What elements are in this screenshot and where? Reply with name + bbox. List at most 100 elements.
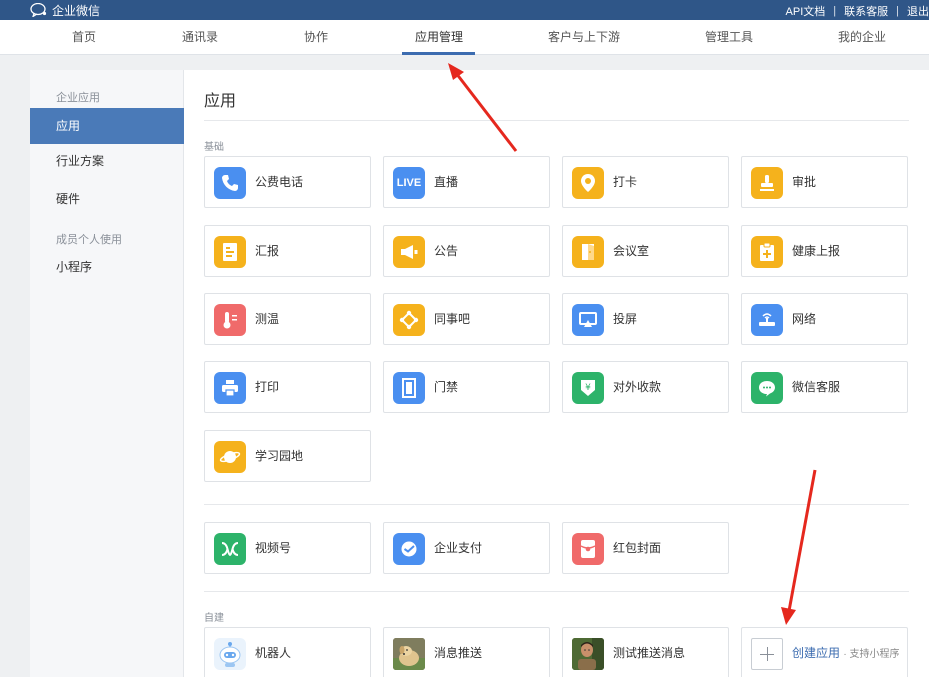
phone-icon xyxy=(214,167,246,199)
access-door-icon xyxy=(393,372,425,404)
create-app-label: 创建应用 · 支持小程序 xyxy=(792,628,899,677)
app-label: 测试推送消息 xyxy=(613,646,686,660)
nav-contacts[interactable]: 通讯录 xyxy=(182,20,218,55)
sidebar-group-enterprise-apps: 企业应用 xyxy=(56,92,100,104)
robot-icon xyxy=(214,638,246,670)
app-card-public-phone[interactable]: 公费电话 xyxy=(204,156,371,208)
app-card-red-envelope[interactable]: 红包封面 xyxy=(562,522,729,574)
create-app-card[interactable]: 创建应用 · 支持小程序 xyxy=(741,627,908,677)
sidebar: 企业应用 应用 行业方案 硬件 成员个人使用 小程序 xyxy=(30,70,184,677)
logout-link[interactable]: 退出 xyxy=(907,3,929,19)
api-docs-link[interactable]: API文档 xyxy=(786,3,826,19)
divider: | xyxy=(833,5,837,17)
nav-active-indicator xyxy=(402,52,475,55)
door-icon xyxy=(572,236,604,268)
megaphone-icon xyxy=(393,236,425,268)
app-card-wechat-service[interactable]: 微信客服 xyxy=(741,361,908,413)
channels-icon xyxy=(214,533,246,565)
app-label: 消息推送 xyxy=(434,646,483,660)
app-label: 企业支付 xyxy=(434,541,483,555)
app-label: 视频号 xyxy=(255,541,292,555)
dog-photo-icon xyxy=(393,638,425,670)
stamp-icon xyxy=(751,167,783,199)
main-nav: 首页 通讯录 协作 应用管理 客户与上下游 管理工具 我的企业 xyxy=(0,20,929,55)
app-label: 打卡 xyxy=(613,175,638,189)
sidebar-item-industry[interactable]: 行业方案 xyxy=(30,143,184,179)
app-card-check-in[interactable]: 打卡 xyxy=(562,156,729,208)
app-label: 投屏 xyxy=(613,312,638,326)
colleague-network-icon xyxy=(393,304,425,336)
nav-collaboration[interactable]: 协作 xyxy=(304,20,328,55)
yuan-shield-icon: ¥ xyxy=(572,372,604,404)
app-label: 公费电话 xyxy=(255,175,304,189)
svg-text:¥: ¥ xyxy=(585,383,591,393)
red-envelope-icon xyxy=(572,533,604,565)
payment-icon xyxy=(393,533,425,565)
brand-name: 企业微信 xyxy=(52,3,101,18)
app-card-colleague-forum[interactable]: 同事吧 xyxy=(383,293,550,345)
health-clipboard-icon xyxy=(751,236,783,268)
app-label: 红包封面 xyxy=(613,541,662,555)
app-label: 直播 xyxy=(434,175,459,189)
wifi-router-icon xyxy=(751,304,783,336)
person-photo-icon xyxy=(572,638,604,670)
thermometer-icon xyxy=(214,304,246,336)
nav-home[interactable]: 首页 xyxy=(72,20,96,55)
divider xyxy=(204,591,909,592)
app-card-meeting-room[interactable]: 会议室 xyxy=(562,225,729,277)
planet-icon xyxy=(214,441,246,473)
app-card-print[interactable]: 打印 xyxy=(204,361,371,413)
app-label: 门禁 xyxy=(434,380,459,394)
app-card-access-control[interactable]: 门禁 xyxy=(383,361,550,413)
app-label: 同事吧 xyxy=(434,312,471,326)
section-basic-label: 基础 xyxy=(204,142,224,153)
app-label: 公告 xyxy=(434,244,459,258)
app-label: 机器人 xyxy=(255,646,292,660)
divider: | xyxy=(896,5,899,17)
app-card-temperature[interactable]: 测温 xyxy=(204,293,371,345)
sidebar-item-hardware[interactable]: 硬件 xyxy=(30,181,184,217)
app-card-health-report[interactable]: 健康上报 xyxy=(741,225,908,277)
divider xyxy=(204,120,909,121)
app-card-report[interactable]: 汇报 xyxy=(204,225,371,277)
app-card-enterprise-payment[interactable]: 企业支付 xyxy=(383,522,550,574)
app-label: 审批 xyxy=(792,175,817,189)
app-card-approval[interactable]: 审批 xyxy=(741,156,908,208)
plus-icon xyxy=(751,638,783,670)
divider xyxy=(204,504,909,505)
section-custom-label: 自建 xyxy=(204,613,224,624)
app-label: 汇报 xyxy=(255,244,280,258)
app-card-channels[interactable]: 视频号 xyxy=(204,522,371,574)
app-card-external-payment[interactable]: ¥ 对外收款 xyxy=(562,361,729,413)
main-content: 应用 基础 公费电话 LIVE 直播 打卡 审批 汇报 公告 会议室 健康上报 … xyxy=(184,70,929,677)
sidebar-item-apps[interactable]: 应用 xyxy=(30,108,184,144)
nav-management-tools[interactable]: 管理工具 xyxy=(705,20,753,55)
top-bar: 企业微信 API文档 | 联系客服 | 退出 xyxy=(0,0,929,20)
app-card-live[interactable]: LIVE 直播 xyxy=(383,156,550,208)
wecom-logo-icon xyxy=(30,3,47,17)
app-card-network[interactable]: 网络 xyxy=(741,293,908,345)
contact-support-link[interactable]: 联系客服 xyxy=(844,3,888,19)
app-label: 微信客服 xyxy=(792,380,841,394)
app-label: 对外收款 xyxy=(613,380,662,394)
printer-icon xyxy=(214,372,246,404)
nav-my-enterprise[interactable]: 我的企业 xyxy=(838,20,886,55)
app-card-message-push[interactable]: 消息推送 xyxy=(383,627,550,677)
nav-customers[interactable]: 客户与上下游 xyxy=(548,20,620,55)
brand[interactable]: 企业微信 xyxy=(30,2,100,18)
create-app-text: 创建应用 xyxy=(792,646,841,660)
app-card-announcement[interactable]: 公告 xyxy=(383,225,550,277)
nav-app-management[interactable]: 应用管理 xyxy=(415,20,463,55)
app-card-test-push[interactable]: 测试推送消息 xyxy=(562,627,729,677)
app-label: 测温 xyxy=(255,312,280,326)
app-card-screen-cast[interactable]: 投屏 xyxy=(562,293,729,345)
app-label: 学习园地 xyxy=(255,449,304,463)
sidebar-item-mini-program[interactable]: 小程序 xyxy=(30,249,184,285)
app-card-robot[interactable]: 机器人 xyxy=(204,627,371,677)
app-label: 打印 xyxy=(255,380,280,394)
page-title: 应用 xyxy=(204,93,237,110)
chat-bubble-icon xyxy=(751,372,783,404)
app-label: 会议室 xyxy=(613,244,650,258)
app-card-learning[interactable]: 学习园地 xyxy=(204,430,371,482)
location-pin-icon xyxy=(572,167,604,199)
